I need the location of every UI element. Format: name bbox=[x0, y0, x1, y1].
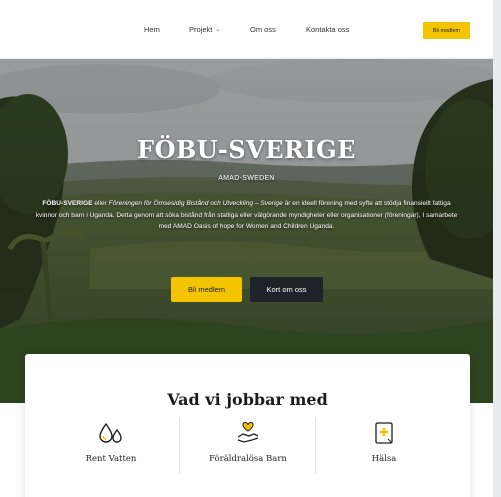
service-item-rent-vatten[interactable]: Rent Vatten bbox=[46, 420, 176, 464]
nav-item-label: Om oss bbox=[250, 25, 276, 34]
service-divider bbox=[315, 418, 316, 474]
hero-title: FÖBU-SVERIGE bbox=[137, 135, 356, 164]
service-divider bbox=[179, 418, 180, 474]
services-card: Vad vi jobbar med Rent Vatten Föräldralö… bbox=[25, 354, 470, 497]
site-header: Hem Projekt ⌄ Om oss Kontakta oss Bli med… bbox=[0, 0, 493, 59]
nav-item-hem[interactable]: Hem bbox=[144, 25, 160, 34]
header-join-button[interactable]: Bli medlem bbox=[423, 22, 470, 39]
nav-item-om-oss[interactable]: Om oss bbox=[250, 25, 276, 34]
hero-description: FÖBU-SVERIGE eller Föreningen för Ömsesi… bbox=[34, 198, 459, 233]
nav-item-label: Kontakta oss bbox=[306, 25, 350, 34]
service-label: Rent Vatten bbox=[85, 454, 137, 464]
nav-item-kontakta-oss[interactable]: Kontakta oss bbox=[306, 25, 349, 34]
hero-section: FÖBU-SVERIGE AMAD-SWEDEN FÖBU-SVERIGE el… bbox=[0, 59, 493, 403]
service-item-halsa[interactable]: Hälsa bbox=[319, 420, 449, 464]
hero-about-button[interactable]: Kort om oss bbox=[250, 277, 323, 302]
nav-item-label: Hem bbox=[144, 25, 160, 34]
service-label: Hälsa bbox=[371, 454, 397, 464]
page-scrollbar[interactable] bbox=[493, 0, 501, 497]
heart-hand-icon bbox=[237, 422, 259, 443]
service-label: Föräldralösa Barn bbox=[209, 454, 287, 464]
hero-description-org-name: Föreningen för Ömsesidig Bistånd och Utv… bbox=[108, 200, 283, 207]
chevron-down-icon: ⌄ bbox=[215, 27, 221, 33]
nav-item-projekt[interactable]: Projekt ⌄ bbox=[189, 25, 220, 34]
page: Hem Projekt ⌄ Om oss Kontakta oss Bli med… bbox=[0, 0, 493, 497]
health-document-icon bbox=[375, 422, 393, 444]
service-item-foraldralosa-barn[interactable]: Föräldralösa Barn bbox=[183, 420, 313, 464]
nav-item-label: Projekt bbox=[189, 25, 213, 34]
hero-description-lead: FÖBU-SVERIGE bbox=[42, 200, 93, 207]
hero-join-button[interactable]: Bli medlem bbox=[171, 277, 242, 302]
hero-description-text: eller bbox=[92, 200, 109, 207]
water-drops-icon bbox=[99, 422, 122, 443]
services-title: Vad vi jobbar med bbox=[167, 390, 328, 409]
hero-subtitle: AMAD-SWEDEN bbox=[218, 175, 275, 182]
